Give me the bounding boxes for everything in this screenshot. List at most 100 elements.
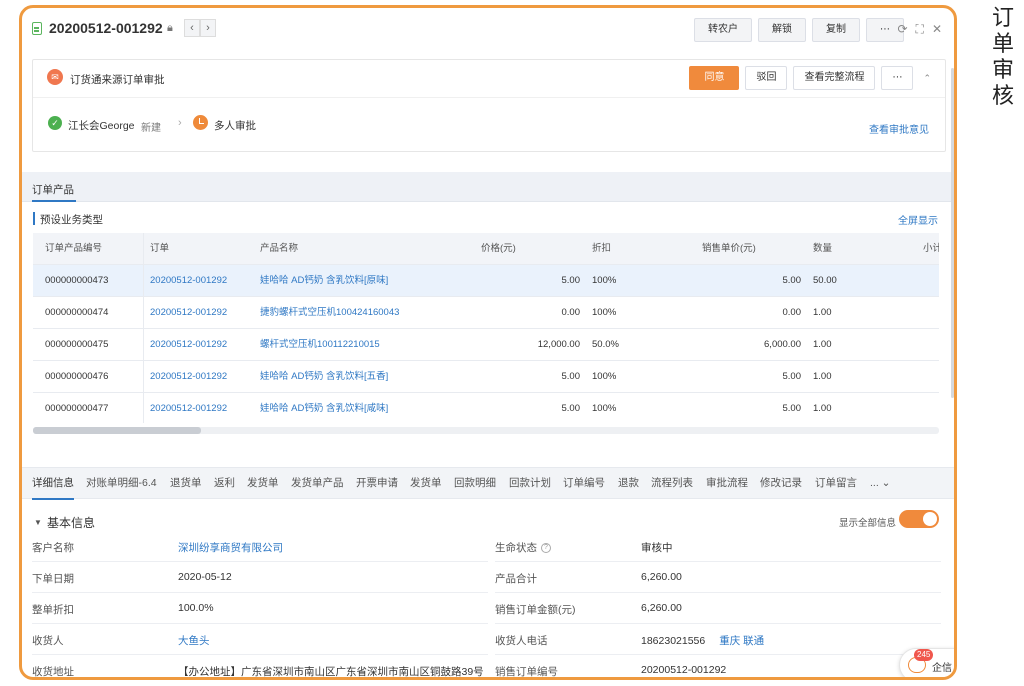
- column-header[interactable]: 产品名称: [254, 233, 475, 264]
- tab-delivery-products[interactable]: 发货单产品: [291, 468, 344, 499]
- cell-order-link[interactable]: 20200512-001292: [144, 265, 254, 296]
- tab-order-message[interactable]: 订单留言: [815, 468, 857, 499]
- fullscreen-link[interactable]: 全屏显示: [898, 212, 938, 227]
- cell-quantity: 1.00: [813, 371, 832, 382]
- customer-link[interactable]: 深圳纷享商贸有限公司: [178, 540, 283, 555]
- tab-order-number[interactable]: 订单编号: [563, 468, 605, 499]
- receiver-link[interactable]: 大鱼头: [178, 633, 210, 648]
- field-label: 收货人电话: [495, 635, 548, 647]
- tab-flow-list[interactable]: 流程列表: [651, 468, 693, 499]
- field-label: 生命状态?: [495, 540, 551, 555]
- table-row[interactable]: 000000000474 20200512-001292 捷豹螺杆式空压机100…: [33, 297, 939, 329]
- copy-button[interactable]: 复制: [812, 18, 860, 42]
- field-label: 收货人: [32, 635, 64, 647]
- column-header[interactable]: 价格(元): [475, 233, 586, 264]
- cell-product-name-link[interactable]: 娃哈哈 AD钙奶 含乳饮料[五香]: [254, 361, 475, 392]
- field-value: 20200512-001292: [641, 664, 727, 676]
- table-header-row: 订单产品编号 订单 产品名称 价格(元) 折扣 销售单价(元) 数量 小计: [33, 233, 939, 265]
- cell-order-link[interactable]: 20200512-001292: [144, 297, 254, 328]
- phone-number[interactable]: 18623021556: [641, 635, 705, 647]
- approve-button[interactable]: 同意: [689, 66, 740, 90]
- vertical-scrollbar[interactable]: [951, 68, 954, 398]
- table-row[interactable]: 000000000477 20200512-001292 娃哈哈 AD钙奶 含乳…: [33, 393, 939, 423]
- tab-statement-detail[interactable]: 对账单明细-6.4: [86, 468, 157, 499]
- column-header[interactable]: 订单: [144, 233, 254, 264]
- caret-down-icon[interactable]: ▼: [34, 518, 42, 527]
- scrollbar-thumb[interactable]: [33, 427, 201, 434]
- cell-unit-price: 0.00: [782, 307, 802, 318]
- cell-product-name-link[interactable]: 娃哈哈 AD钙奶 含乳饮料[咸味]: [254, 393, 475, 423]
- table-row[interactable]: 000000000473 20200512-001292 娃哈哈 AD钙奶 含乳…: [33, 265, 939, 297]
- transfer-farmer-button[interactable]: 转农户: [694, 18, 752, 42]
- unlock-button[interactable]: 解锁: [758, 18, 806, 42]
- tab-payment-detail[interactable]: 回款明细: [454, 468, 496, 499]
- order-title: 20200512-001292: [49, 20, 163, 36]
- tab-payment-plan[interactable]: 回款计划: [509, 468, 551, 499]
- table-row[interactable]: 000000000476 20200512-001292 娃哈哈 AD钙奶 含乳…: [33, 361, 939, 393]
- clock-icon: [193, 115, 208, 130]
- step-initiator-name: 江长会George: [68, 120, 135, 132]
- field-label: 销售订单编号: [495, 666, 558, 678]
- refresh-icon[interactable]: ⟳: [897, 22, 907, 37]
- table-row[interactable]: 000000000475 20200512-001292 螺杆式空压机10011…: [33, 329, 939, 361]
- column-header[interactable]: 订单产品编号: [33, 233, 144, 264]
- cell-product-name-link[interactable]: 螺杆式空压机100112210015: [254, 329, 475, 360]
- fullscreen-icon[interactable]: ⛶: [916, 22, 924, 37]
- next-record-icon[interactable]: ›: [200, 19, 216, 37]
- cell-quantity: 1.00: [813, 307, 832, 318]
- check-icon: ✓: [48, 116, 62, 130]
- tab-invoice-request[interactable]: 开票申请: [356, 468, 398, 499]
- divider: [33, 97, 945, 98]
- lock-icon[interactable]: 🔒︎: [167, 22, 173, 35]
- tabs-more-dropdown[interactable]: ... ⌄: [870, 468, 890, 499]
- help-icon[interactable]: ?: [541, 543, 551, 554]
- chat-widget[interactable]: 245 企信: [899, 648, 954, 677]
- cell-quantity: 1.00: [813, 403, 832, 414]
- tab-refund[interactable]: 退款: [618, 468, 639, 499]
- horizontal-scrollbar[interactable]: [33, 427, 939, 434]
- cell-quantity: 50.00: [813, 275, 837, 286]
- field-value: 6,260.00: [641, 571, 682, 583]
- collapse-icon[interactable]: ⌃: [923, 73, 931, 84]
- column-header[interactable]: 数量: [807, 233, 917, 264]
- show-all-toggle[interactable]: [899, 510, 939, 528]
- info-row-discount: 整单折扣 100.0%: [32, 593, 488, 624]
- tab-rebate[interactable]: 返利: [214, 468, 235, 499]
- cell-unit-price: 5.00: [782, 275, 802, 286]
- reject-button[interactable]: 驳回: [745, 66, 788, 90]
- prev-record-icon[interactable]: ‹: [184, 19, 200, 37]
- info-row-customer: 客户名称 深圳纷享商贸有限公司: [32, 531, 488, 562]
- unread-badge: 245: [914, 649, 934, 661]
- field-label: 产品合计: [495, 573, 537, 585]
- view-full-flow-button[interactable]: 查看完整流程: [793, 66, 876, 90]
- tab-order-products[interactable]: 订单产品: [32, 182, 76, 202]
- approval-title: 订货通来源订单审批: [70, 74, 165, 86]
- field-value: 100.0%: [178, 602, 214, 614]
- cell-product-id: 000000000473: [33, 265, 144, 296]
- close-icon[interactable]: ✕: [932, 22, 942, 37]
- approval-more-button[interactable]: ⋯: [881, 66, 914, 90]
- tab-delivery-order-2[interactable]: 发货单: [410, 468, 442, 499]
- cell-product-name-link[interactable]: 娃哈哈 AD钙奶 含乳饮料[原味]: [254, 265, 475, 296]
- tab-details[interactable]: 详细信息: [32, 468, 74, 500]
- info-row-receiver-phone: 收货人电话 18623021556 重庆 联通: [495, 624, 941, 655]
- cell-product-id: 000000000474: [33, 297, 144, 328]
- tab-change-log[interactable]: 修改记录: [760, 468, 802, 499]
- tab-delivery-order[interactable]: 发货单: [247, 468, 279, 499]
- cell-order-link[interactable]: 20200512-001292: [144, 393, 254, 423]
- view-opinion-link[interactable]: 查看审批意见: [869, 121, 929, 136]
- cell-order-link[interactable]: 20200512-001292: [144, 329, 254, 360]
- approval-icon: ✉: [47, 69, 63, 85]
- column-header[interactable]: 折扣: [586, 233, 696, 264]
- tab-return-order[interactable]: 退货单: [170, 468, 202, 499]
- cell-product-name-link[interactable]: 捷豹螺杆式空压机100424160043: [254, 297, 475, 328]
- cell-order-link[interactable]: 20200512-001292: [144, 361, 254, 392]
- approval-actions: 同意 驳回 查看完整流程 ⋯ ⌃: [689, 66, 931, 90]
- biz-type-title: 预设业务类型: [40, 214, 103, 226]
- column-header[interactable]: 销售单价(元): [696, 233, 807, 264]
- info-row-lifecycle: 生命状态? 审核中: [495, 531, 941, 562]
- record-nav: ‹ ›: [184, 19, 216, 37]
- tab-approval-flow[interactable]: 审批流程: [706, 468, 748, 499]
- column-header[interactable]: 小计: [917, 233, 939, 264]
- cell-price: 12,000.00: [537, 339, 580, 350]
